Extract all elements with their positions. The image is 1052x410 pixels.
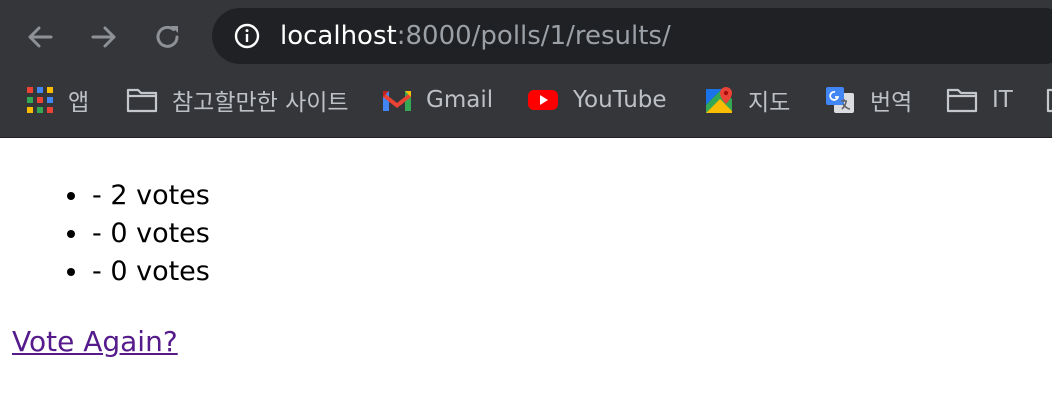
bookmark-it[interactable]: IT [946, 78, 1013, 122]
apps-grid-icon [27, 87, 53, 113]
bookmark-label: 앱 [68, 90, 90, 116]
info-icon[interactable] [234, 23, 260, 49]
bookmark-label: YouTube [573, 87, 667, 113]
url-host: localhost [280, 21, 397, 51]
bookmark-label: 참고할만한 사이트 [172, 90, 349, 116]
bookmark-label: 지도 [748, 90, 791, 116]
forward-button[interactable] [84, 17, 124, 57]
bookmark-translate[interactable]: 번역 [824, 78, 912, 122]
arrow-right-icon [91, 26, 116, 48]
maps-icon [706, 87, 732, 113]
youtube-icon [528, 90, 558, 110]
bookmark-label: Gmail [426, 87, 494, 113]
back-button[interactable] [20, 17, 60, 57]
reload-button[interactable] [148, 17, 188, 57]
bookmark-maps[interactable]: 지도 [704, 78, 790, 122]
bookmark-reference-sites[interactable]: 참고할만한 사이트 [126, 78, 349, 122]
translate-icon [826, 87, 854, 113]
bookmark-label: 번역 [870, 90, 913, 116]
results-list: - 2 votes - 0 votes - 0 votes [90, 177, 210, 291]
arrow-left-icon [28, 26, 53, 48]
reload-icon [156, 25, 179, 48]
folder-icon [946, 88, 978, 113]
url-path: :8000/polls/1/results/ [396, 21, 671, 51]
gmail-icon [383, 91, 411, 111]
folder-icon [126, 88, 158, 113]
browser-chrome: localhost:8000/polls/1/results/ 앱 참고할만한 … [0, 0, 1052, 138]
bookmark-apps[interactable]: 앱 [26, 78, 89, 122]
bookmark-youtube[interactable]: YouTube [527, 78, 667, 122]
vote-again-link[interactable]: Vote Again? [12, 324, 178, 360]
page-content: - 2 votes - 0 votes - 0 votes Vote Again… [0, 138, 1052, 410]
folder-icon [1046, 88, 1052, 113]
address-bar[interactable]: localhost:8000/polls/1/results/ [212, 8, 1052, 64]
browser-toolbar: localhost:8000/polls/1/results/ [0, 0, 1052, 72]
list-item: - 2 votes [90, 177, 210, 215]
bookmark-overflow[interactable] [1046, 78, 1052, 122]
bookmarks-bar: 앱 참고할만한 사이트 Gmail YouTube 지도 번역 IT [0, 78, 1052, 122]
bookmark-label: IT [992, 87, 1013, 113]
list-item: - 0 votes [90, 215, 210, 253]
url-text[interactable]: localhost:8000/polls/1/results/ [280, 20, 671, 52]
list-item: - 0 votes [90, 253, 210, 291]
bookmark-gmail[interactable]: Gmail [382, 78, 493, 122]
